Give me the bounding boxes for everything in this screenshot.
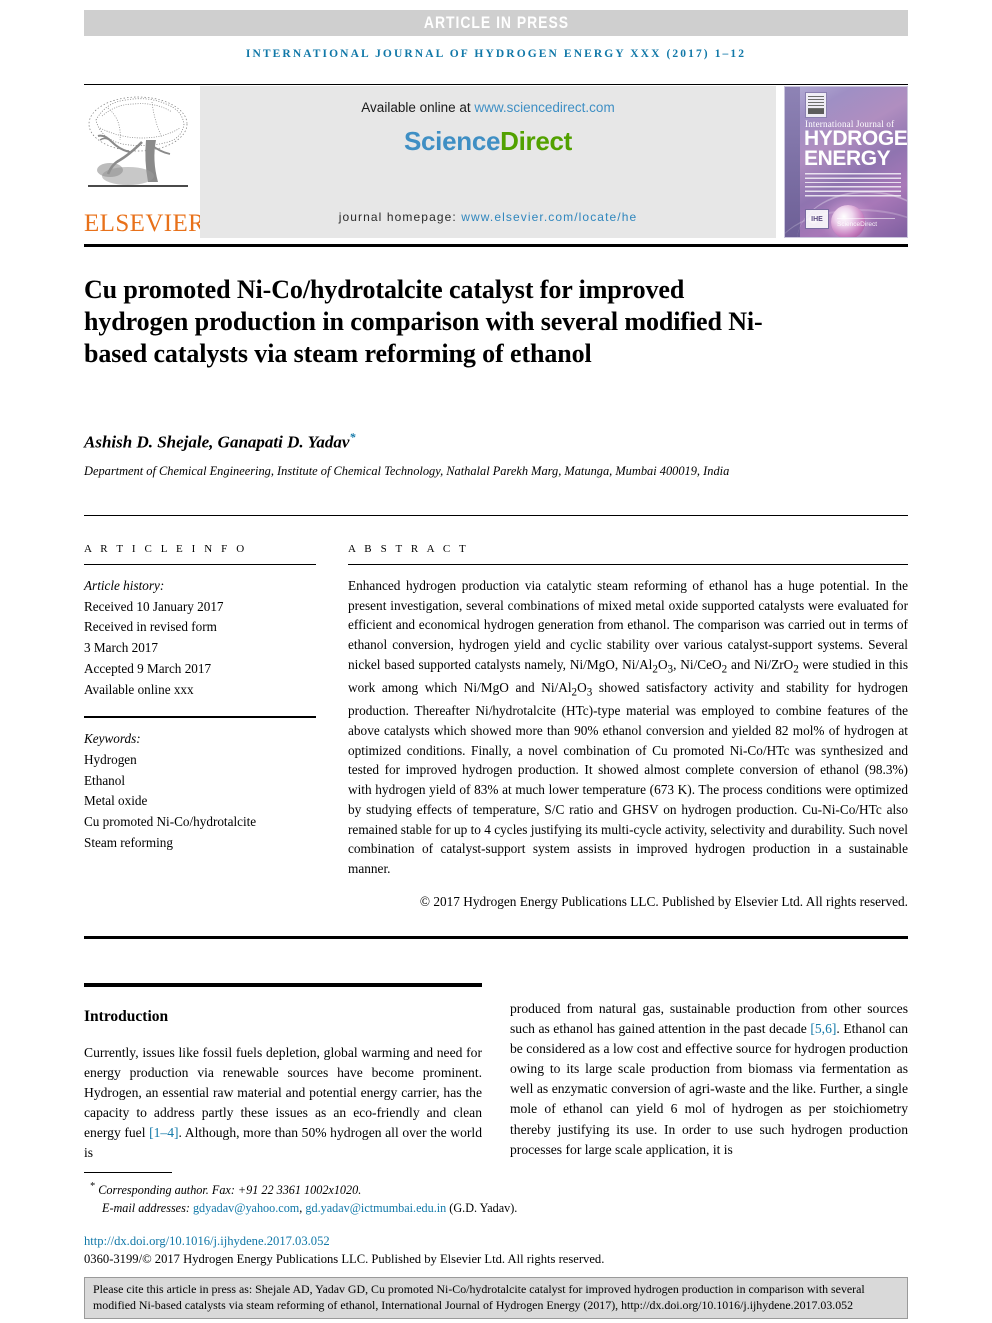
page-title: Cu promoted Ni-Co/hydrotalcite catalyst … <box>84 275 763 368</box>
article-info-rule <box>84 564 316 565</box>
article-history-item: Available online xxx <box>84 681 194 697</box>
affiliation-rule <box>84 515 908 516</box>
cover-elsevier-mark-icon <box>805 92 827 118</box>
article-history-label: Article history: <box>84 578 165 593</box>
journal-homepage-url-link[interactable]: www.elsevier.com/locate/he <box>461 210 637 224</box>
journal-homepage-prefix: journal homepage: <box>338 210 462 224</box>
body-right-column: produced from natural gas, sustainable p… <box>510 999 908 1160</box>
body-left-column: Currently, issues like fossil fuels depl… <box>84 1043 482 1164</box>
author-list: Ashish D. Shejale, Ganapati D. Yadav* <box>84 430 864 453</box>
issn-copyright-line: 0360-3199/© 2017 Hydrogen Energy Publica… <box>84 1252 605 1266</box>
email-link-primary[interactable]: gdyadav@yahoo.com <box>193 1201 299 1215</box>
footnote-email-label: E-mail addresses: <box>102 1200 190 1215</box>
abstract-section: A B S T R A C T Enhanced hydrogen produc… <box>348 543 908 912</box>
keyword-item: Metal oxide <box>84 793 148 809</box>
article-history-item: Accepted 9 March 2017 <box>84 660 212 676</box>
introduction-heading: Introduction <box>84 1007 169 1025</box>
cover-sd-mini-label: ScienceDirect <box>837 221 878 228</box>
article-history-item: Received in revised form <box>84 619 217 635</box>
article-history-item: 3 March 2017 <box>84 640 158 656</box>
elsevier-wordmark: ELSEVIER <box>84 210 206 237</box>
article-history-block: Article history: Received 10 January 201… <box>84 576 316 700</box>
keywords-block: Keywords: Hydrogen Ethanol Metal oxide C… <box>84 729 316 853</box>
keywords-rule <box>84 716 316 719</box>
elsevier-logo: ELSEVIER <box>84 86 206 238</box>
citation-link-1-4[interactable]: [1–4] <box>149 1125 178 1140</box>
footnote-block: * Corresponding author. Fax: +91 22 3361… <box>84 1180 908 1217</box>
citation-notice-box: Please cite this article in press as: Sh… <box>84 1277 908 1319</box>
sciencedirect-wordmark-direct: Direct <box>500 126 573 156</box>
journal-cover-thumbnail[interactable]: International Journal of HYDROGEN ENERGY… <box>784 86 908 238</box>
article-info-label: A R T I C L E I N F O <box>84 543 248 555</box>
abstract-label: A B S T R A C T <box>348 543 469 555</box>
header-top-rule <box>84 84 908 85</box>
keyword-item: Steam reforming <box>84 834 173 850</box>
article-in-press-label: ARTICLE IN PRESS <box>423 13 569 32</box>
keyword-item: Ethanol <box>84 772 126 788</box>
citation-link-5-6[interactable]: [5,6] <box>810 1021 836 1036</box>
abstract-rule <box>348 564 908 565</box>
keyword-item: Cu promoted Ni-Co/hydrotalcite <box>84 814 257 830</box>
introduction-rule <box>84 983 482 987</box>
cover-editors-text-block <box>805 173 901 197</box>
body-text-after-ref: . Ethanol can be considered as a low cos… <box>510 1020 909 1157</box>
footnote-separator-rule <box>84 1172 172 1173</box>
article-in-press-banner: ARTICLE IN PRESS <box>84 10 908 36</box>
keyword-item: Hydrogen <box>84 752 137 768</box>
journal-running-head: INTERNATIONAL JOURNAL OF HYDROGEN ENERGY… <box>245 48 747 60</box>
cover-energy-label: ENERGY <box>804 147 891 170</box>
email-owner: (G.D. Yadav). <box>446 1200 518 1215</box>
abstract-part: , Ni/CeO <box>673 656 722 672</box>
sciencedirect-panel: Available online at www.sciencedirect.co… <box>200 86 776 238</box>
header-bottom-rule <box>84 244 908 247</box>
cover-sciencedirect-mini-mark: ScienceDirect <box>837 218 895 228</box>
author-names: Ashish D. Shejale, Ganapati D. Yadav <box>84 432 350 452</box>
available-online-line: Available online at www.sciencedirect.co… <box>200 100 776 115</box>
journal-homepage-line: journal homepage: www.elsevier.com/locat… <box>200 210 776 224</box>
footnote-fax: Fax: +91 22 3361 1002x1020. <box>208 1183 362 1198</box>
footnote-marker: * <box>90 1181 96 1192</box>
email-link-secondary[interactable]: gd.yadav@ictmumbai.edu.in <box>305 1201 446 1215</box>
abstract-bottom-rule <box>84 936 908 939</box>
journal-header-band: ELSEVIER Available online at www.science… <box>84 86 908 238</box>
abstract-paragraph: Enhanced hydrogen production via catalyt… <box>348 576 908 879</box>
abstract-part: O <box>577 680 587 696</box>
sciencedirect-wordmark[interactable]: ScienceDirect <box>200 126 776 157</box>
elsevier-tree-icon <box>88 96 188 187</box>
doi-link[interactable]: http://dx.doi.org/10.1016/j.ijhydene.201… <box>84 1234 330 1249</box>
cover-spine <box>785 87 800 237</box>
footnote-corresponding-line: * Corresponding author. Fax: +91 22 3361… <box>84 1180 908 1200</box>
footnote-email-line: E-mail addresses: gdyadav@yahoo.com, gd.… <box>84 1200 908 1218</box>
keywords-label: Keywords: <box>84 731 141 747</box>
abstract-copyright: © 2017 Hydrogen Energy Publications LLC.… <box>419 894 908 910</box>
affiliation: Department of Chemical Engineering, Inst… <box>84 464 730 478</box>
footnote-corresponding-author-label: Corresponding author. <box>98 1183 209 1198</box>
available-online-prefix: Available online at <box>361 100 475 115</box>
article-info-section: A R T I C L E I N F O Article history: R… <box>84 543 316 854</box>
cover-ihe-badge: IHE <box>805 209 829 229</box>
abstract-part: O <box>657 656 668 672</box>
sciencedirect-url-link[interactable]: www.sciencedirect.com <box>474 100 614 115</box>
abstract-part: and Ni/ZrO <box>727 656 794 672</box>
abstract-part: showed satisfactory activity and stabili… <box>348 680 908 876</box>
sciencedirect-wordmark-science: Science <box>403 126 501 156</box>
article-history-item: Received 10 January 2017 <box>84 598 224 614</box>
cover-hydrogen-label: HYDROGEN <box>804 127 908 150</box>
corresponding-author-marker[interactable]: * <box>349 430 355 444</box>
